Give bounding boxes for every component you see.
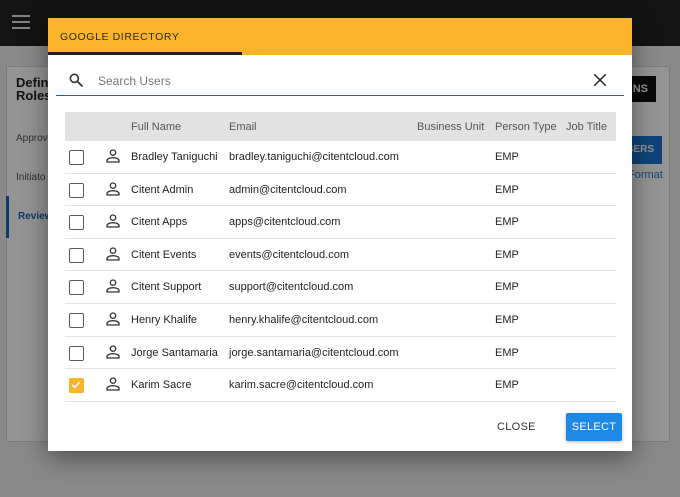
cell-email: bradley.taniguchi@citentcloud.com [229, 151, 399, 163]
google-directory-dialog: GOOGLE DIRECTORY Full Name Email Busines… [48, 18, 632, 451]
checkbox-icon[interactable] [69, 378, 84, 394]
table-row[interactable]: Henry Khalife henry.khalife@citentcloud.c… [65, 304, 616, 337]
cell-email: henry.khalife@citentcloud.com [229, 313, 379, 326]
person-icon [105, 311, 121, 327]
search-input[interactable] [98, 70, 568, 92]
table-header: Full Name Email Business Unit Person Typ… [65, 112, 616, 141]
person-icon [105, 344, 121, 360]
table-row[interactable]: Citent Support support@citentcloud.com EMP [65, 271, 616, 304]
cell-full-name: Citent Apps [131, 216, 188, 229]
cell-email: jorge.santamaria@citentcloud.com [229, 346, 399, 359]
cell-full-name: Bradley Taniguchi [131, 151, 218, 163]
cell-email: events@citentcloud.com [229, 248, 350, 261]
cell-full-name: Citent Events [131, 248, 197, 261]
cell-full-name: Citent Admin [131, 183, 194, 196]
cell-person-type: EMP [495, 346, 519, 359]
dialog-title: GOOGLE DIRECTORY [60, 31, 180, 43]
cell-person-type: EMP [495, 248, 519, 261]
column-header-full-name: Full Name [131, 121, 182, 133]
cell-person-type: EMP [495, 151, 519, 163]
cell-person-type: EMP [495, 216, 519, 229]
cell-full-name: Henry Khalife [131, 313, 198, 326]
loading-progress-bar [48, 52, 242, 55]
cell-person-type: EMP [495, 379, 519, 392]
table-row[interactable]: Citent Events events@citentcloud.com EMP [65, 239, 616, 272]
column-header-job-title: Job Title [566, 121, 607, 133]
person-icon [105, 213, 121, 229]
cell-full-name: Citent Support [131, 281, 202, 294]
search-bar [56, 66, 624, 96]
table-row[interactable]: Citent Apps apps@citentcloud.com EMP [65, 206, 616, 239]
table-row[interactable]: Karim Sacre karim.sacre@citentcloud.com EM… [65, 369, 616, 402]
checkbox-icon[interactable] [69, 280, 84, 296]
cell-email: karim.sacre@citentcloud.com [229, 379, 374, 392]
checkbox-icon[interactable] [69, 182, 84, 198]
checkbox-icon[interactable] [69, 247, 84, 263]
column-header-business-unit: Business Unit [417, 121, 485, 133]
dialog-footer: CLOSE SELECT [48, 402, 632, 451]
close-icon[interactable] [592, 72, 608, 88]
search-icon [69, 73, 83, 87]
users-table: Full Name Email Business Unit Person Typ… [65, 112, 616, 402]
checkbox-icon[interactable] [69, 215, 84, 231]
cell-email: apps@citentcloud.com [229, 216, 341, 229]
person-icon [105, 246, 121, 262]
checkbox-icon[interactable] [69, 312, 84, 328]
cell-person-type: EMP [495, 313, 519, 326]
person-icon [105, 376, 121, 392]
table-row[interactable]: Citent Admin admin@citentcloud.com EMP [65, 174, 616, 207]
person-icon [105, 278, 121, 294]
cell-person-type: EMP [495, 281, 519, 294]
select-button[interactable]: SELECT [566, 413, 622, 441]
cell-email: admin@citentcloud.com [229, 183, 347, 196]
table-body: Bradley Taniguchi bradley.taniguchi@citen… [65, 141, 616, 402]
person-icon [105, 181, 121, 197]
dialog-header: GOOGLE DIRECTORY [48, 18, 632, 55]
column-header-email: Email [229, 121, 257, 133]
checkbox-icon[interactable] [69, 150, 84, 165]
close-button[interactable]: CLOSE [497, 416, 536, 438]
table-row[interactable]: Jorge Santamaria jorge.santamaria@citentc… [65, 337, 616, 370]
checkbox-icon[interactable] [69, 345, 84, 361]
cell-full-name: Karim Sacre [131, 379, 192, 392]
cell-full-name: Jorge Santamaria [131, 346, 218, 359]
person-icon [105, 148, 121, 164]
cell-person-type: EMP [495, 183, 519, 196]
column-header-person-type: Person Type [495, 121, 557, 133]
cell-email: support@citentcloud.com [229, 281, 354, 294]
table-row[interactable]: Bradley Taniguchi bradley.taniguchi@citen… [65, 141, 616, 174]
